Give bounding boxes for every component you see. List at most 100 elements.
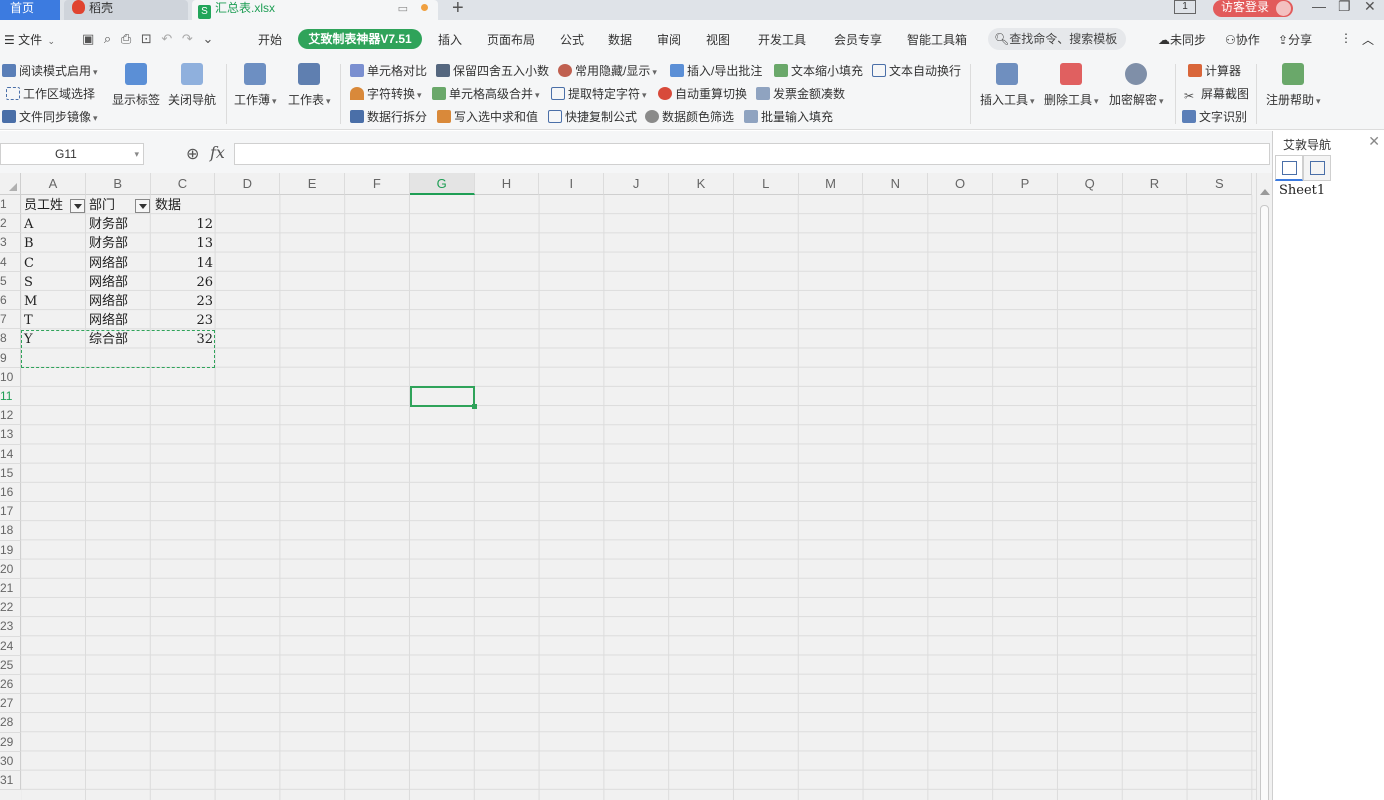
menu-data[interactable]: 数据 <box>608 31 632 48</box>
column-header-k[interactable]: K <box>669 173 734 195</box>
format-painter-icon[interactable]: ⌕ <box>104 31 111 46</box>
table-cell[interactable]: 13 <box>150 234 213 253</box>
auto-wrap-button[interactable]: 文本自动换行 <box>872 63 961 79</box>
row-header-15[interactable]: 15 <box>0 463 21 483</box>
menu-review[interactable]: 审阅 <box>657 31 681 48</box>
vertical-scrollbar[interactable] <box>1256 173 1272 800</box>
header-cell-name[interactable]: 员工姓 <box>24 196 63 215</box>
advanced-merge-button[interactable]: 单元格高级合并 ▾ <box>432 86 540 103</box>
column-header-r[interactable]: R <box>1122 173 1188 195</box>
row-header-9[interactable]: 9 <box>0 348 21 368</box>
spreadsheet-grid[interactable]: ABCDEFGHIJKLMNOPQRS 1 2 3 4 5 6 7 8 9 10 11 12 13 14 1… <box>0 173 1272 800</box>
filter-dropdown-button[interactable] <box>70 199 85 213</box>
row-header-1[interactable]: 1 <box>0 195 21 215</box>
menu-developer[interactable]: 开发工具 <box>758 31 806 48</box>
column-header-j[interactable]: J <box>604 173 669 195</box>
column-header-q[interactable]: Q <box>1057 173 1123 195</box>
row-header-25[interactable]: 25 <box>0 655 21 675</box>
invoice-sum-button[interactable]: 发票金额凑数 <box>756 86 845 102</box>
table-cell[interactable]: 财务部 <box>89 234 128 253</box>
hide-show-button[interactable]: 常用隐藏/显示 ▾ <box>558 63 657 80</box>
row-header-3[interactable]: 3 <box>0 233 21 253</box>
fx-icon[interactable]: fx <box>210 143 225 162</box>
menu-aizhi-tool[interactable]: 艾致制表神器V7.51 <box>298 29 422 49</box>
table-cell[interactable]: 23 <box>150 292 213 311</box>
panel-close-icon[interactable]: ✕ <box>1368 133 1380 150</box>
panel-sheet-item[interactable]: Sheet1 <box>1279 183 1325 198</box>
calculator-button[interactable]: 计算器 <box>1188 63 1241 79</box>
panel-tab-columns[interactable] <box>1303 155 1331 181</box>
table-cell[interactable]: S <box>24 273 33 292</box>
file-sync-button[interactable]: 文件同步镜像 ▾ <box>2 109 98 126</box>
new-tab-button[interactable]: + <box>452 0 464 20</box>
column-header-d[interactable]: D <box>215 173 281 195</box>
print-preview-icon[interactable]: ⊡ <box>141 31 152 46</box>
table-cell[interactable]: 网络部 <box>89 311 128 330</box>
table-cell[interactable]: 12 <box>150 215 213 234</box>
more-button[interactable]: ⋮ <box>1340 31 1352 45</box>
print-icon[interactable]: ⎙ <box>121 31 131 46</box>
row-header-2[interactable]: 2 <box>0 214 21 234</box>
customize-icon[interactable]: ⌄ <box>202 31 213 46</box>
table-cell[interactable]: 23 <box>150 311 213 330</box>
work-area-button[interactable]: 工作区域选择 <box>6 86 95 102</box>
extract-char-button[interactable]: 提取特定字符 ▾ <box>551 86 647 103</box>
row-header-31[interactable]: 31 <box>0 771 21 791</box>
insert-tools-button[interactable]: 插入工具 ▾ <box>980 63 1035 108</box>
tab-file-xlsx[interactable]: S 汇总表.xlsx ▭ <box>192 0 438 20</box>
guest-login-button[interactable]: 访客登录 <box>1213 0 1293 17</box>
menu-member[interactable]: 会员专享 <box>834 31 882 48</box>
show-tags-button[interactable]: 显示标签 <box>112 63 160 108</box>
row-header-22[interactable]: 22 <box>0 598 21 618</box>
cell-compare-button[interactable]: 单元格对比 <box>350 63 427 79</box>
menu-view[interactable]: 视图 <box>706 31 730 48</box>
worksheet-button[interactable]: 工作表 ▾ <box>288 63 331 108</box>
row-split-button[interactable]: 数据行拆分 <box>350 109 427 125</box>
tab-daoke[interactable]: 稻壳 <box>64 0 188 20</box>
row-header-24[interactable]: 24 <box>0 636 21 656</box>
register-help-button[interactable]: 注册帮助 ▾ <box>1266 63 1321 108</box>
table-cell[interactable]: A <box>24 215 33 234</box>
window-count-badge[interactable]: 1 <box>1174 0 1196 14</box>
round-decimal-button[interactable]: 保留四舍五入小数 <box>436 63 549 79</box>
table-cell[interactable]: 网络部 <box>89 254 128 273</box>
menu-page-layout[interactable]: 页面布局 <box>487 31 535 48</box>
row-header-13[interactable]: 13 <box>0 425 21 445</box>
color-filter-button[interactable]: 数据颜色筛选 <box>645 109 734 125</box>
row-header-17[interactable]: 17 <box>0 502 21 522</box>
table-cell[interactable]: 网络部 <box>89 292 128 311</box>
table-cell[interactable]: M <box>24 292 37 311</box>
batch-fill-button[interactable]: 批量输入填充 <box>744 109 833 125</box>
row-header-30[interactable]: 30 <box>0 751 21 771</box>
column-header-i[interactable]: I <box>539 173 605 195</box>
command-search[interactable]: 🔍︎查找命令、搜索模板 <box>988 28 1126 50</box>
row-header-16[interactable]: 16 <box>0 483 21 503</box>
column-header-h[interactable]: H <box>474 173 540 195</box>
menu-smart-toolbox[interactable]: 智能工具箱 <box>907 31 967 48</box>
redo-icon[interactable]: ↷ <box>182 31 193 46</box>
sync-button[interactable]: ☁未同步 <box>1158 31 1206 48</box>
chevron-down-icon[interactable]: ▾ <box>134 144 139 164</box>
row-header-29[interactable]: 29 <box>0 732 21 752</box>
select-all-button[interactable] <box>0 173 21 195</box>
column-header-e[interactable]: E <box>280 173 345 195</box>
table-cell[interactable]: 网络部 <box>89 273 128 292</box>
collaborate-button[interactable]: ⚇协作 <box>1225 31 1260 48</box>
table-cell[interactable]: 14 <box>150 254 213 273</box>
column-header-p[interactable]: P <box>993 173 1058 195</box>
scroll-up-icon[interactable] <box>1260 189 1270 195</box>
row-header-21[interactable]: 21 <box>0 579 21 599</box>
write-sum-button[interactable]: 写入选中求和值 <box>437 109 538 125</box>
copy-formula-button[interactable]: 快捷复制公式 <box>548 109 637 125</box>
tab-home[interactable]: 首页 <box>0 0 60 20</box>
encrypt-button[interactable]: 加密解密 ▾ <box>1109 63 1164 108</box>
column-header-o[interactable]: O <box>928 173 993 195</box>
header-cell-dept[interactable]: 部门 <box>89 196 115 215</box>
column-header-a[interactable]: A <box>21 173 86 195</box>
menu-start[interactable]: 开始 <box>258 31 282 48</box>
row-header-27[interactable]: 27 <box>0 694 21 714</box>
row-header-19[interactable]: 19 <box>0 540 21 560</box>
save-icon[interactable]: ▣ <box>82 31 94 46</box>
row-header-20[interactable]: 20 <box>0 559 21 579</box>
comment-io-button[interactable]: 插入/导出批注 <box>670 63 762 79</box>
